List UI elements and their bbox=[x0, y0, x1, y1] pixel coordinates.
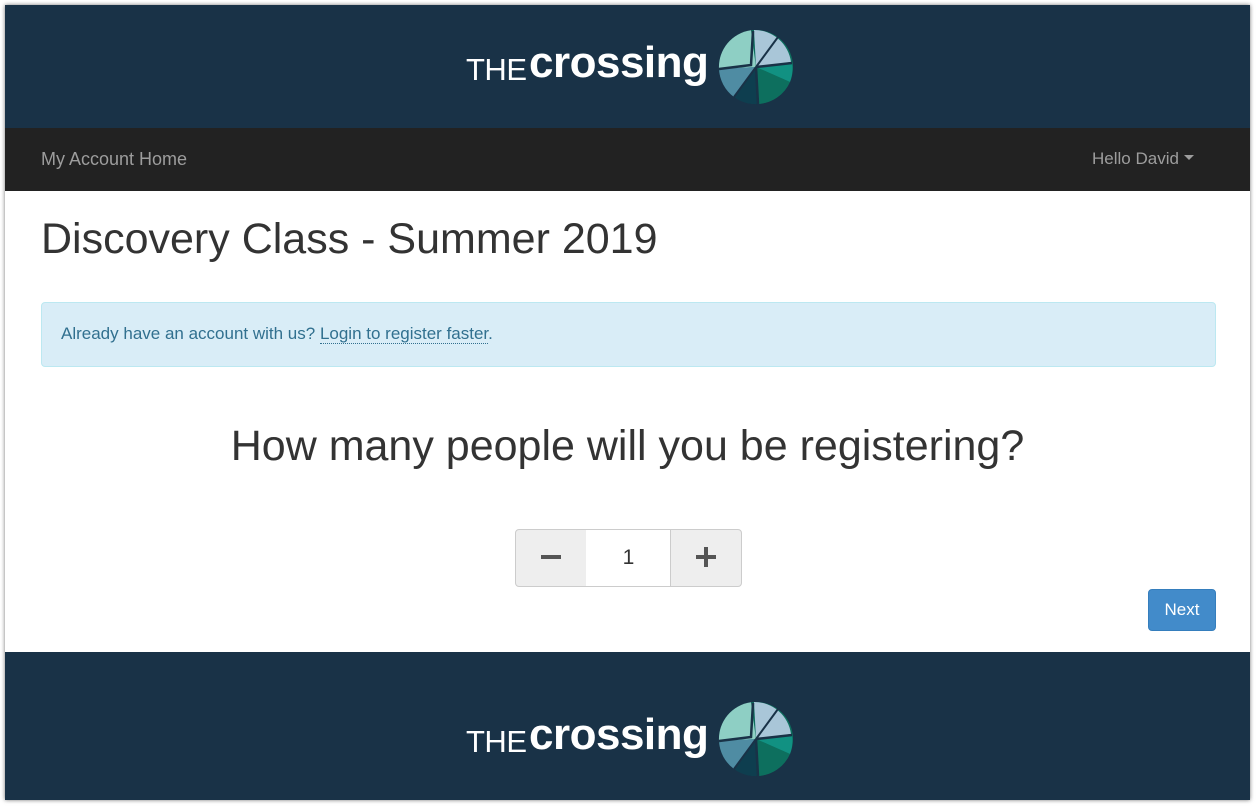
crossing-logo-mark-icon bbox=[718, 701, 793, 777]
crossing-logo-mark-icon bbox=[718, 29, 793, 105]
decrement-button[interactable] bbox=[515, 529, 587, 587]
page-title: Discovery Class - Summer 2019 bbox=[41, 215, 658, 263]
people-count-stepper: 1 bbox=[515, 529, 742, 587]
footer-logo-word-crossing: crossing bbox=[529, 710, 709, 759]
login-link[interactable]: Login to register faster bbox=[319, 324, 489, 344]
brand-header: THE crossing bbox=[5, 5, 1250, 128]
brand-footer: THE crossing bbox=[5, 652, 1250, 800]
the-crossing-footer-logo: THE crossing bbox=[465, 700, 795, 777]
footer-logo-word-the: THE bbox=[466, 724, 527, 759]
alert-message: Already have an account with us? Login t… bbox=[61, 323, 493, 345]
caret-down-icon bbox=[1183, 155, 1194, 161]
user-menu-dropdown[interactable]: Hello David bbox=[1092, 148, 1194, 170]
people-count-input[interactable]: 1 bbox=[586, 529, 671, 587]
login-info-alert: Already have an account with us? Login t… bbox=[41, 302, 1216, 367]
next-button[interactable]: Next bbox=[1148, 589, 1216, 631]
top-navbar: My Account Home Hello David bbox=[5, 128, 1250, 191]
logo-word-crossing: crossing bbox=[529, 38, 709, 87]
the-crossing-logo: THE crossing bbox=[465, 28, 795, 105]
logo-word-the: THE bbox=[466, 52, 527, 87]
alert-text-before: Already have an account with us? bbox=[61, 324, 320, 343]
plus-icon-vertical bbox=[704, 547, 708, 567]
page-frame: THE crossing My Account Home Hello David bbox=[5, 5, 1250, 800]
nav-my-account-home-link[interactable]: My Account Home bbox=[41, 148, 187, 170]
minus-icon bbox=[541, 555, 561, 559]
alert-text-after: . bbox=[488, 324, 493, 343]
increment-button[interactable] bbox=[670, 529, 742, 587]
user-greeting-label: Hello David bbox=[1092, 149, 1179, 168]
registration-count-question: How many people will you be registering? bbox=[230, 422, 1025, 470]
